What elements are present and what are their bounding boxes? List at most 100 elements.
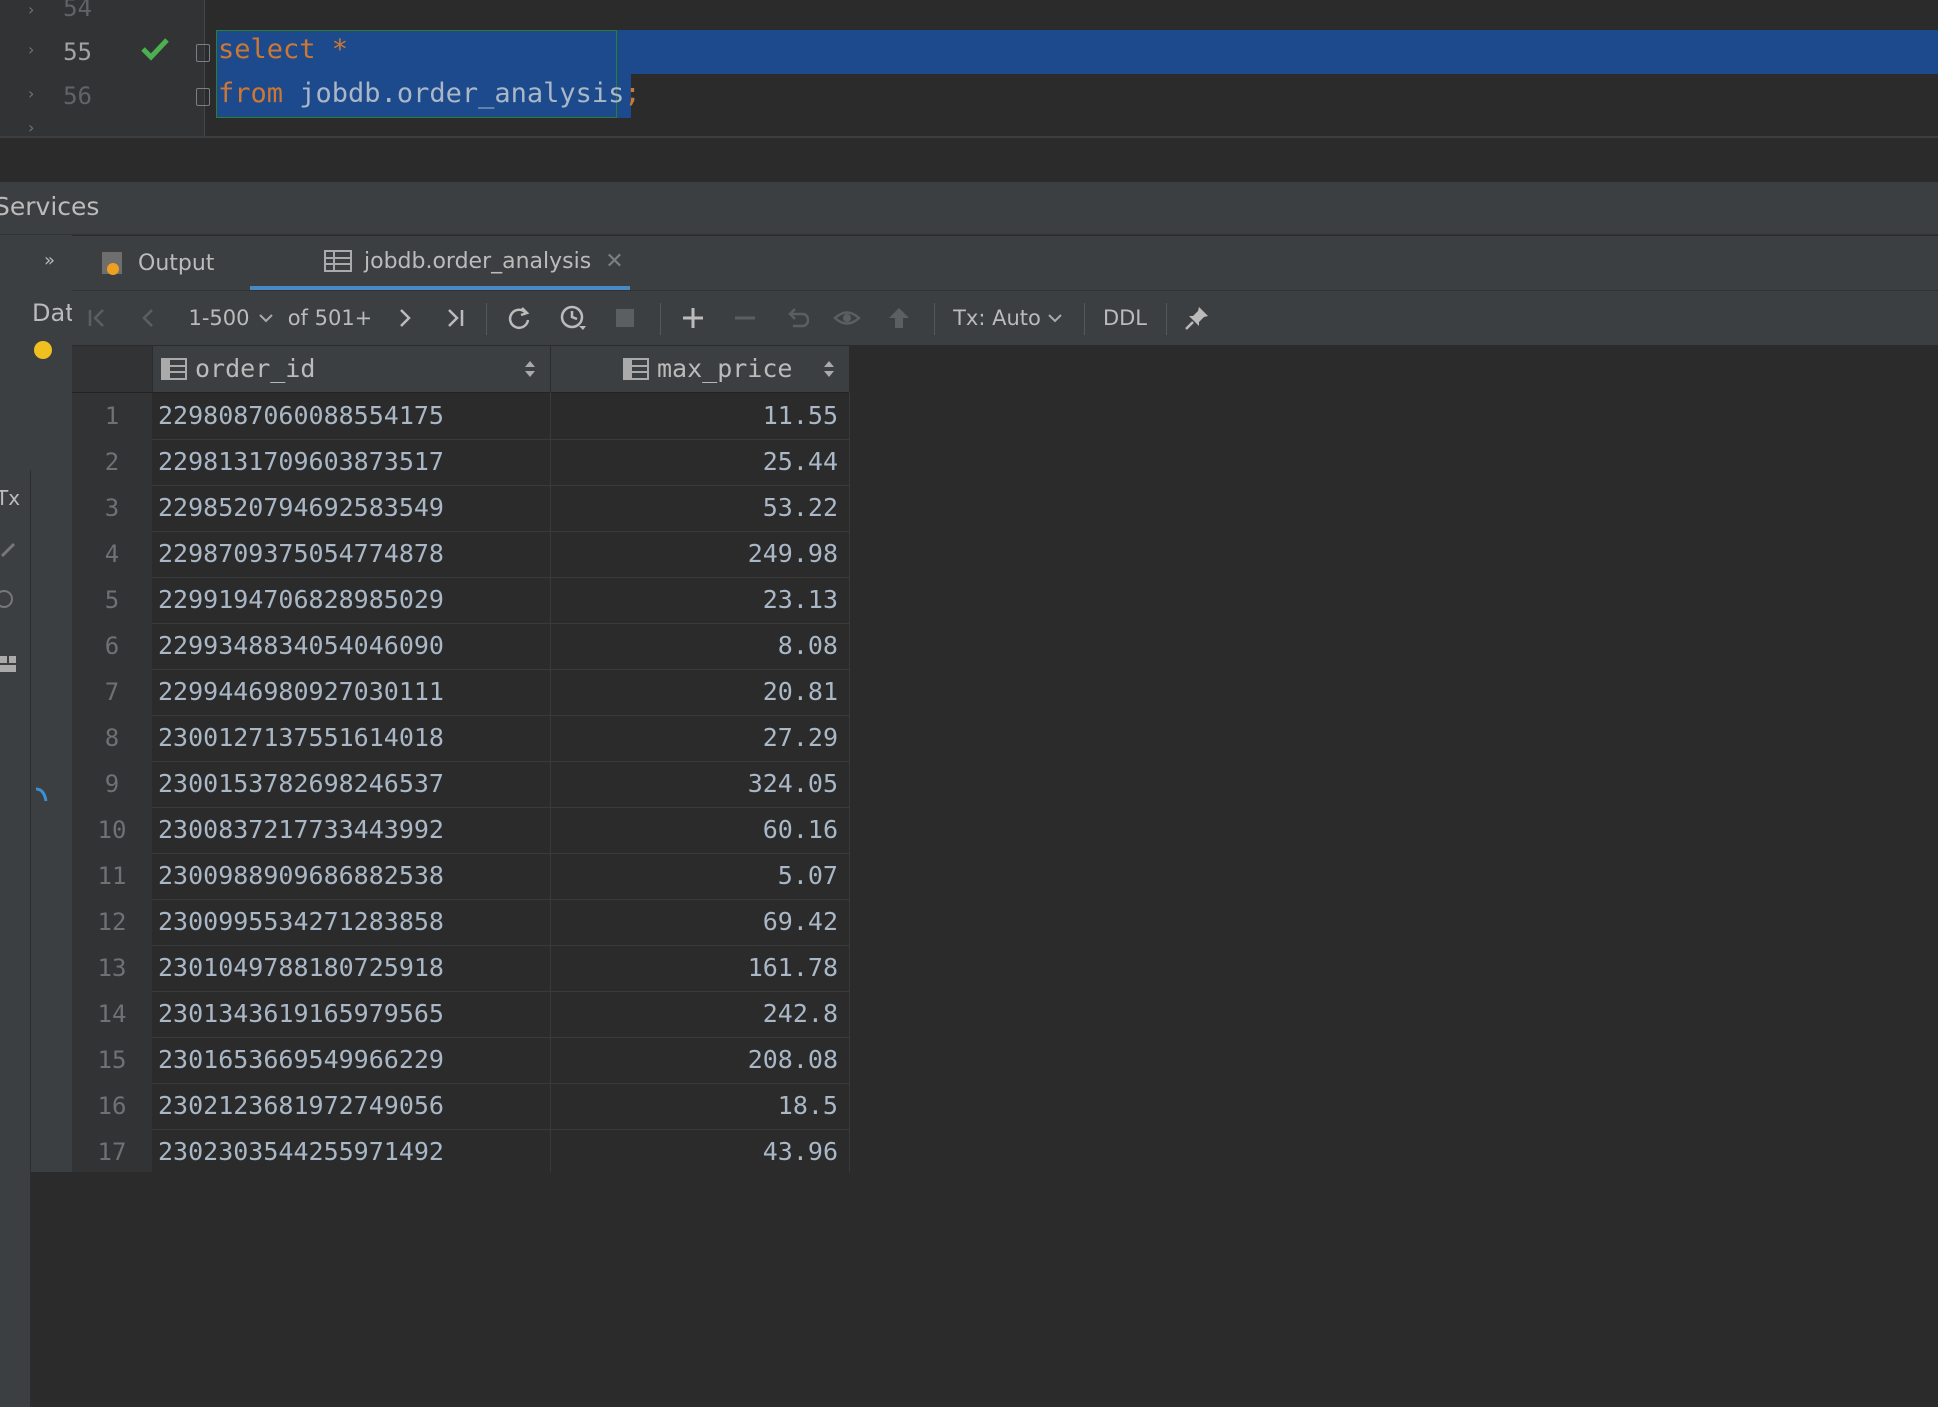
refresh-button[interactable] [502,291,536,345]
cell-order-id[interactable]: 2298131709603873517 [158,439,444,485]
cell-order-id[interactable]: 2300153782698246537 [158,761,444,807]
revert-button[interactable] [780,291,814,345]
chevron-down-icon [1048,314,1062,323]
plus-icon [683,308,703,328]
first-page-button[interactable] [82,291,112,345]
pin-tab-button[interactable] [1180,291,1214,345]
cell-max-price[interactable]: 20.81 [763,669,838,715]
cell-max-price[interactable]: 242.8 [763,991,838,1037]
database-node-label[interactable]: Dat [32,299,75,327]
history-button[interactable] [556,291,590,345]
row-number: 3 [72,485,152,531]
table-row[interactable]: 12 2300995534271283858 69.42 [72,899,850,946]
cell-max-price[interactable]: 27.29 [763,715,838,761]
cell-max-price[interactable]: 161.78 [748,945,838,991]
table-row[interactable]: 1 2298087060088554175 11.55 [72,393,850,440]
cell-max-price[interactable]: 208.08 [748,1037,838,1083]
tab-output[interactable]: Output [98,236,248,290]
table-row[interactable]: 5 2299194706828985029 23.13 [72,577,850,624]
cell-max-price[interactable]: 69.42 [763,899,838,945]
fold-marker-icon[interactable] [196,88,210,106]
services-tree-panel[interactable]: Tx Dat [0,235,75,1407]
ddl-button[interactable]: DDL [1096,291,1154,345]
column-header-max-price[interactable]: max_price [551,346,850,393]
cell-max-price[interactable]: 25.44 [763,439,838,485]
column-header-order-id[interactable]: order_id [153,346,551,393]
cell-max-price[interactable]: 249.98 [748,531,838,577]
chevron-right-icon[interactable]: › [28,0,34,19]
expand-icon[interactable]: » [44,250,55,271]
cell-order-id[interactable]: 2298520794692583549 [158,485,444,531]
table-row[interactable]: 8 2300127137551614018 27.29 [72,715,850,762]
table-row[interactable]: 2 2298131709603873517 25.44 [72,439,850,486]
last-page-button[interactable] [440,291,470,345]
layout-icon[interactable] [0,656,18,674]
cell-order-id[interactable]: 2301049788180725918 [158,945,444,991]
cell-order-id[interactable]: 2299348834054046090 [158,623,444,669]
sort-icon[interactable] [823,360,835,378]
cell-order-id[interactable]: 2300988909686882538 [158,853,444,899]
table-row[interactable]: 7 2299446980927030111 20.81 [72,669,850,716]
pencil-icon[interactable] [0,540,18,558]
delete-row-button[interactable] [728,291,762,345]
cell-order-id[interactable]: 2301653669549966229 [158,1037,444,1083]
cell-order-id[interactable]: 2298087060088554175 [158,393,444,439]
next-page-button[interactable] [390,291,420,345]
page-total[interactable]: of 501+ [286,291,374,345]
chevron-right-icon[interactable]: › [28,84,34,103]
cell-max-price[interactable]: 23.13 [763,577,838,623]
table-row[interactable]: 15 2301653669549966229 208.08 [72,1037,850,1084]
cell-max-price[interactable]: 8.08 [778,623,838,669]
tx-icon[interactable]: Tx [0,486,20,510]
table-row[interactable]: 17 2302303544255971492 43.96 [72,1129,850,1172]
table-row[interactable]: 10 2300837217733443992 60.16 [72,807,850,854]
cell-max-price[interactable]: 11.55 [763,393,838,439]
view-button[interactable] [830,291,864,345]
table-row[interactable]: 9 2300153782698246537 324.05 [72,761,850,808]
cell-max-price[interactable]: 18.5 [778,1083,838,1129]
cell-max-price[interactable]: 43.96 [763,1129,838,1172]
result-grid[interactable]: order_id max_price 1 2298087060088554175 1… [72,346,850,1172]
chevron-right-icon[interactable]: › [28,118,34,137]
table-row[interactable]: 16 2302123681972749056 18.5 [72,1083,850,1130]
sort-icon[interactable] [524,360,536,378]
cell-order-id[interactable]: 2299194706828985029 [158,577,444,623]
tx-mode-dropdown[interactable]: Tx: Auto [952,291,1064,345]
cell-max-price[interactable]: 5.07 [778,853,838,899]
table-row[interactable]: 6 2299348834054046090 8.08 [72,623,850,670]
cell-max-price[interactable]: 60.16 [763,807,838,853]
services-title: Services [0,192,100,221]
table-row[interactable]: 14 2301343619165979565 242.8 [72,991,850,1038]
cell-order-id[interactable]: 2300837217733443992 [158,807,444,853]
chevron-right-icon[interactable]: › [28,40,34,59]
cell-order-id[interactable]: 2300995534271283858 [158,899,444,945]
table-row[interactable]: 3 2298520794692583549 53.22 [72,485,850,532]
column-divider [550,392,551,1172]
cell-order-id[interactable]: 2298709375054774878 [158,531,444,577]
row-number: 9 [72,761,152,807]
fold-marker-icon[interactable] [196,44,210,62]
stop-circle-icon[interactable] [0,588,16,610]
code-text: ; [624,78,641,109]
tab-query-results[interactable]: jobdb.order_analysis ✕ [250,236,630,290]
table-row[interactable]: 4 2298709375054774878 249.98 [72,531,850,578]
cell-order-id[interactable]: 2302123681972749056 [158,1083,444,1129]
sql-editor[interactable]: › › › › 54 55 56 select * from jobdb.ord… [0,0,1938,138]
add-row-button[interactable] [676,291,710,345]
code-line: select * [218,34,348,65]
page-size-dropdown[interactable]: 1-500 [186,291,276,345]
cell-max-price[interactable]: 53.22 [763,485,838,531]
prev-page-button[interactable] [134,291,164,345]
table-row[interactable]: 11 2300988909686882538 5.07 [72,853,850,900]
submit-button[interactable] [882,291,916,345]
cell-max-price[interactable]: 324.05 [748,761,838,807]
cell-order-id[interactable]: 2302303544255971492 [158,1129,444,1172]
check-icon [141,38,169,61]
cell-order-id[interactable]: 2301343619165979565 [158,991,444,1037]
stop-button[interactable] [610,291,640,345]
line-number: 56 [63,82,92,110]
cell-order-id[interactable]: 2300127137551614018 [158,715,444,761]
cell-order-id[interactable]: 2299446980927030111 [158,669,444,715]
table-row[interactable]: 13 2301049788180725918 161.78 [72,945,850,992]
close-icon[interactable]: ✕ [605,249,623,274]
